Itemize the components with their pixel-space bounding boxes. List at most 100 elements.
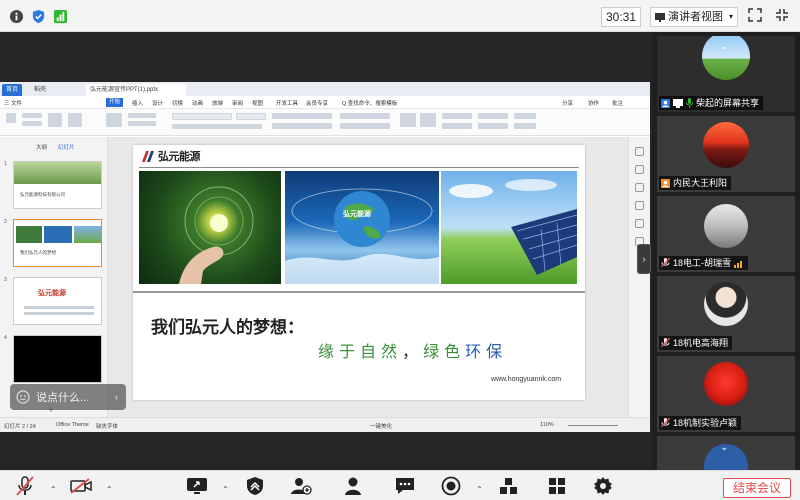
ribbon-copy-icon[interactable] bbox=[22, 121, 42, 126]
chevron-up-icon[interactable]: ⌃ bbox=[476, 485, 483, 494]
ribbon-shape-icon[interactable] bbox=[420, 113, 436, 127]
ribbon-align-icons[interactable] bbox=[272, 123, 332, 129]
ribbon-picture-icon[interactable] bbox=[442, 113, 472, 119]
menu-view[interactable]: 视图 bbox=[252, 99, 263, 107]
thumb-number: 3 bbox=[4, 277, 7, 283]
ribbon-paragraph-icons[interactable] bbox=[272, 113, 332, 119]
screen-share-icon[interactable] bbox=[186, 476, 208, 496]
shield-icon[interactable] bbox=[30, 8, 46, 24]
ribbon-layout-icon[interactable] bbox=[128, 113, 156, 118]
apps-icon[interactable] bbox=[498, 476, 520, 496]
menu-animation[interactable]: 动画 bbox=[192, 99, 203, 107]
collapse-panel-button[interactable]: › bbox=[637, 244, 651, 274]
layout-icon[interactable] bbox=[546, 476, 568, 496]
participant-tile[interactable]: 内民大王利阳 bbox=[657, 116, 795, 192]
menu-slideshow[interactable]: 放映 bbox=[212, 99, 223, 107]
camera-off-icon[interactable] bbox=[70, 476, 92, 496]
ribbon-cut-icon[interactable] bbox=[22, 113, 42, 118]
ribbon-size-select[interactable] bbox=[236, 113, 266, 120]
chevron-down-icon: ▾ bbox=[728, 12, 733, 21]
tool-icon[interactable] bbox=[635, 219, 644, 228]
ribbon-font-select[interactable] bbox=[172, 113, 232, 120]
chat-icon[interactable] bbox=[394, 476, 416, 496]
security-icon[interactable] bbox=[244, 476, 266, 496]
zoom-level[interactable]: 110% bbox=[540, 422, 554, 428]
ribbon-textbox-icon[interactable] bbox=[400, 113, 416, 127]
chevron-up-icon[interactable]: ⌃ bbox=[106, 485, 113, 494]
microphone-muted-icon[interactable] bbox=[14, 476, 36, 496]
end-meeting-button[interactable]: 结束会议 bbox=[723, 478, 791, 498]
ribbon-text-direction[interactable] bbox=[340, 113, 390, 119]
menu-review[interactable]: 审阅 bbox=[232, 99, 243, 107]
ribbon-paste-icon[interactable] bbox=[6, 113, 16, 123]
menu-file[interactable]: 三 文件 bbox=[4, 99, 22, 107]
wps-tab-home[interactable]: 首页 bbox=[2, 84, 23, 96]
slide-photo-earth: 弘元能源 bbox=[285, 171, 439, 284]
slide-thumbnail-3[interactable]: 弘元能源 bbox=[13, 277, 102, 325]
network-signal-icon[interactable] bbox=[52, 8, 68, 24]
tool-icon[interactable] bbox=[635, 165, 644, 174]
participant-tile[interactable]: 18电工-胡瑞雪 bbox=[657, 196, 795, 272]
menu-member[interactable]: 会员专享 bbox=[306, 99, 328, 107]
tool-icon[interactable] bbox=[635, 147, 644, 156]
participant-tile[interactable]: 18机制实验卢颖 bbox=[657, 356, 795, 432]
ribbon-play-icon[interactable] bbox=[68, 113, 82, 127]
settings-gear-icon[interactable] bbox=[592, 476, 614, 496]
slide-divider bbox=[133, 291, 585, 293]
ribbon-select-icon[interactable] bbox=[514, 123, 536, 129]
info-icon[interactable] bbox=[8, 8, 24, 24]
invite-user-icon[interactable] bbox=[290, 476, 312, 496]
exit-fullscreen-icon[interactable] bbox=[775, 8, 791, 24]
slogan-char: 自 bbox=[360, 342, 382, 361]
menu-comment[interactable]: 批注 bbox=[612, 99, 623, 107]
record-icon[interactable] bbox=[440, 476, 462, 496]
panel-tab-slides[interactable]: 幻灯片 bbox=[58, 143, 75, 151]
panel-tab-outline[interactable]: 大纲 bbox=[36, 143, 47, 151]
menu-design[interactable]: 设计 bbox=[152, 99, 163, 107]
presenter-view-button[interactable]: 演讲者视图 ▾ bbox=[650, 7, 738, 27]
menu-transition[interactable]: 切换 bbox=[172, 99, 183, 107]
comment-input[interactable]: 说点什么... ‹ bbox=[10, 384, 126, 410]
wps-tab-docer[interactable]: 稻壳 bbox=[30, 84, 50, 96]
participant-tile[interactable]: 18机电高海翔 bbox=[657, 276, 795, 352]
missing-font[interactable]: 缺失字体 bbox=[96, 422, 118, 430]
ribbon-format-icon[interactable] bbox=[48, 113, 62, 127]
ribbon-section-icon[interactable] bbox=[128, 121, 156, 126]
menu-insert[interactable]: 插入 bbox=[132, 99, 143, 107]
ribbon-font-style-icons[interactable] bbox=[172, 124, 262, 129]
zoom-slider[interactable] bbox=[568, 425, 618, 426]
chevron-left-icon[interactable]: ‹ bbox=[115, 392, 118, 402]
ribbon-align-text[interactable] bbox=[340, 123, 390, 129]
slide-thumbnail-1[interactable]: 弘元能源科技有限公司 bbox=[13, 161, 102, 209]
participant-tile[interactable]: ⌄ bbox=[657, 436, 795, 470]
participants-icon[interactable] bbox=[342, 476, 364, 496]
wps-tab-document[interactable]: 弘元能源宣传PPT(1).pptx bbox=[86, 84, 186, 96]
menu-home[interactable]: 开始 bbox=[106, 98, 124, 107]
participant-tile[interactable]: ⌃ 柴起的屏幕共享 bbox=[657, 36, 795, 112]
chevron-up-icon[interactable]: ⌃ bbox=[720, 46, 728, 57]
ribbon-fill-icon[interactable] bbox=[442, 123, 472, 129]
participant-name: 18机电高海翔 bbox=[673, 338, 729, 348]
ribbon-outline-icon[interactable] bbox=[478, 123, 508, 129]
current-slide[interactable]: 弘元能源 弘元能源 我们弘元人的梦想： 缘于自然，绿色环保 www.hongyu… bbox=[133, 145, 585, 400]
slide-thumbnail-4[interactable] bbox=[13, 335, 102, 383]
ribbon-find-icon[interactable] bbox=[514, 113, 536, 119]
chevron-up-icon[interactable]: ⌃ bbox=[222, 485, 229, 494]
menu-share[interactable]: 分享 bbox=[562, 99, 573, 107]
wps-status-bar: 幻灯片 2 / 24 Office Theme 缺失字体 一键美化 110% bbox=[0, 417, 650, 432]
menu-search[interactable]: Q 查找命令、搜索模板 bbox=[342, 99, 397, 107]
ribbon-new-slide-icon[interactable] bbox=[106, 113, 122, 127]
fullscreen-icon[interactable] bbox=[748, 8, 764, 24]
chevron-up-icon[interactable]: ⌃ bbox=[50, 485, 57, 494]
microphone-muted-icon bbox=[661, 258, 670, 268]
tool-icon[interactable] bbox=[635, 201, 644, 210]
chevron-down-icon[interactable]: ⌄ bbox=[720, 442, 728, 453]
emoji-icon[interactable] bbox=[16, 390, 30, 404]
slide-thumbnail-2[interactable]: 我们弘元人的梦想 bbox=[13, 219, 102, 267]
tool-icon[interactable] bbox=[635, 183, 644, 192]
beautify-button[interactable]: 一键美化 bbox=[370, 422, 392, 430]
ribbon-arrange-icon[interactable] bbox=[478, 113, 508, 119]
wps-ribbon bbox=[0, 109, 650, 136]
menu-developer[interactable]: 开发工具 bbox=[276, 99, 298, 107]
menu-collab[interactable]: 协作 bbox=[588, 99, 599, 107]
